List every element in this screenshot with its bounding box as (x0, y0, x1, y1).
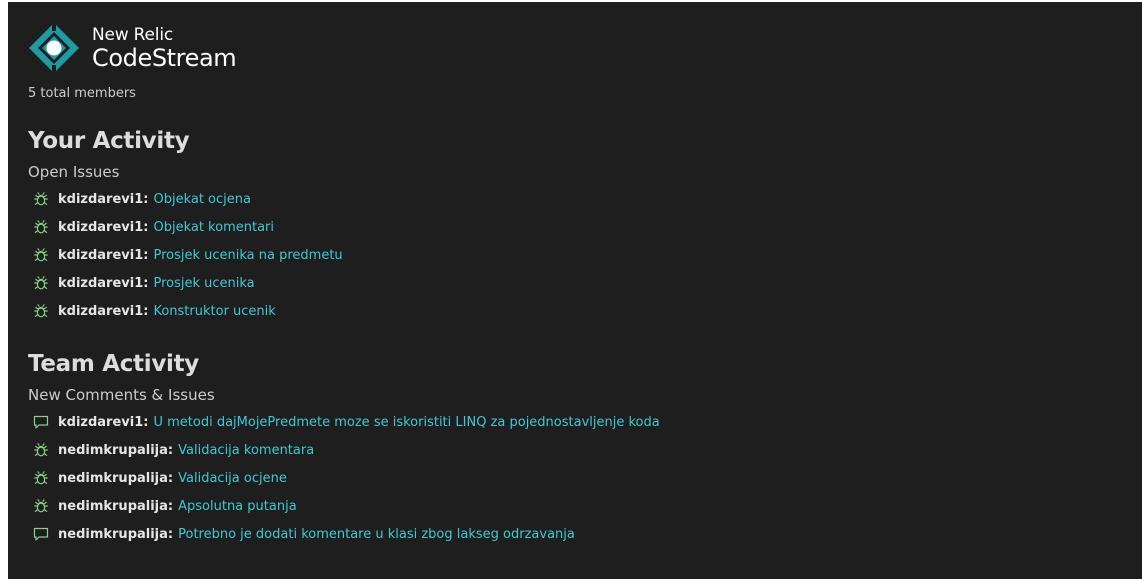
list-item[interactable]: kdizdarevi1: Objekat ocjena (32, 185, 343, 213)
list-item[interactable]: nedimkrupalija: Validacija komentara (32, 436, 660, 464)
item-author: nedimkrupalija (58, 526, 168, 542)
list-item[interactable]: nedimkrupalija: Potrebno je dodati komen… (32, 520, 660, 548)
brand-product: CodeStream (92, 43, 237, 72)
issue-link[interactable]: Objekat komentari (153, 220, 274, 235)
item-author: kdizdarevi1 (58, 303, 144, 319)
comment-icon (32, 525, 50, 543)
issue-link[interactable]: Apsolutna putanja (178, 499, 297, 514)
issue-link[interactable]: Prosjek ucenika (153, 276, 254, 291)
list-item[interactable]: nedimkrupalija: Validacija ocjene (32, 464, 660, 492)
comment-link[interactable]: Potrebno je dodati komentare u klasi zbo… (178, 527, 575, 542)
issue-link[interactable]: Validacija komentara (178, 443, 314, 458)
bug-icon (32, 190, 50, 208)
list-item[interactable]: kdizdarevi1: U metodi dajMojePredmete mo… (32, 408, 660, 436)
item-author: kdizdarevi1 (58, 414, 144, 430)
codestream-logo-icon (29, 22, 79, 74)
item-author: kdizdarevi1 (58, 275, 144, 291)
item-author: nedimkrupalija (58, 442, 168, 458)
list-item[interactable]: kdizdarevi1: Prosjek ucenika (32, 269, 343, 297)
bug-icon (32, 218, 50, 236)
item-author: kdizdarevi1 (58, 247, 144, 263)
your-activity-heading: Your Activity (28, 128, 190, 154)
bug-icon (32, 441, 50, 459)
comment-icon (32, 413, 50, 431)
codestream-panel: New Relic CodeStream 5 total members You… (8, 2, 1142, 579)
item-author: nedimkrupalija (58, 498, 168, 514)
list-item[interactable]: kdizdarevi1: Konstruktor ucenik (32, 297, 343, 325)
list-item[interactable]: nedimkrupalija: Apsolutna putanja (32, 492, 660, 520)
bug-icon (32, 274, 50, 292)
bug-icon (32, 302, 50, 320)
issue-link[interactable]: Validacija ocjene (178, 471, 287, 486)
new-comments-subtitle: New Comments & Issues (28, 386, 215, 404)
issue-link[interactable]: Prosjek ucenika na predmetu (153, 248, 342, 263)
team-activity-heading: Team Activity (28, 351, 200, 377)
open-issues-list: kdizdarevi1: Objekat ocjena kdizdarevi1:… (32, 185, 343, 325)
team-activity-list: kdizdarevi1: U metodi dajMojePredmete mo… (32, 408, 660, 548)
list-item[interactable]: kdizdarevi1: Prosjek ucenika na predmetu (32, 241, 343, 269)
bug-icon (32, 469, 50, 487)
brand-company: New Relic (92, 24, 173, 45)
issue-link[interactable]: Konstruktor ucenik (153, 304, 275, 319)
total-members-label: 5 total members (28, 86, 136, 101)
item-author: kdizdarevi1 (58, 191, 144, 207)
comment-link[interactable]: U metodi dajMojePredmete moze se iskoris… (153, 415, 659, 430)
bug-icon (32, 246, 50, 264)
bug-icon (32, 497, 50, 515)
codestream-logo: New Relic CodeStream (28, 22, 237, 74)
list-item[interactable]: kdizdarevi1: Objekat komentari (32, 213, 343, 241)
item-author: kdizdarevi1 (58, 219, 144, 235)
item-author: nedimkrupalija (58, 470, 168, 486)
open-issues-subtitle: Open Issues (28, 163, 120, 181)
issue-link[interactable]: Objekat ocjena (153, 192, 251, 207)
